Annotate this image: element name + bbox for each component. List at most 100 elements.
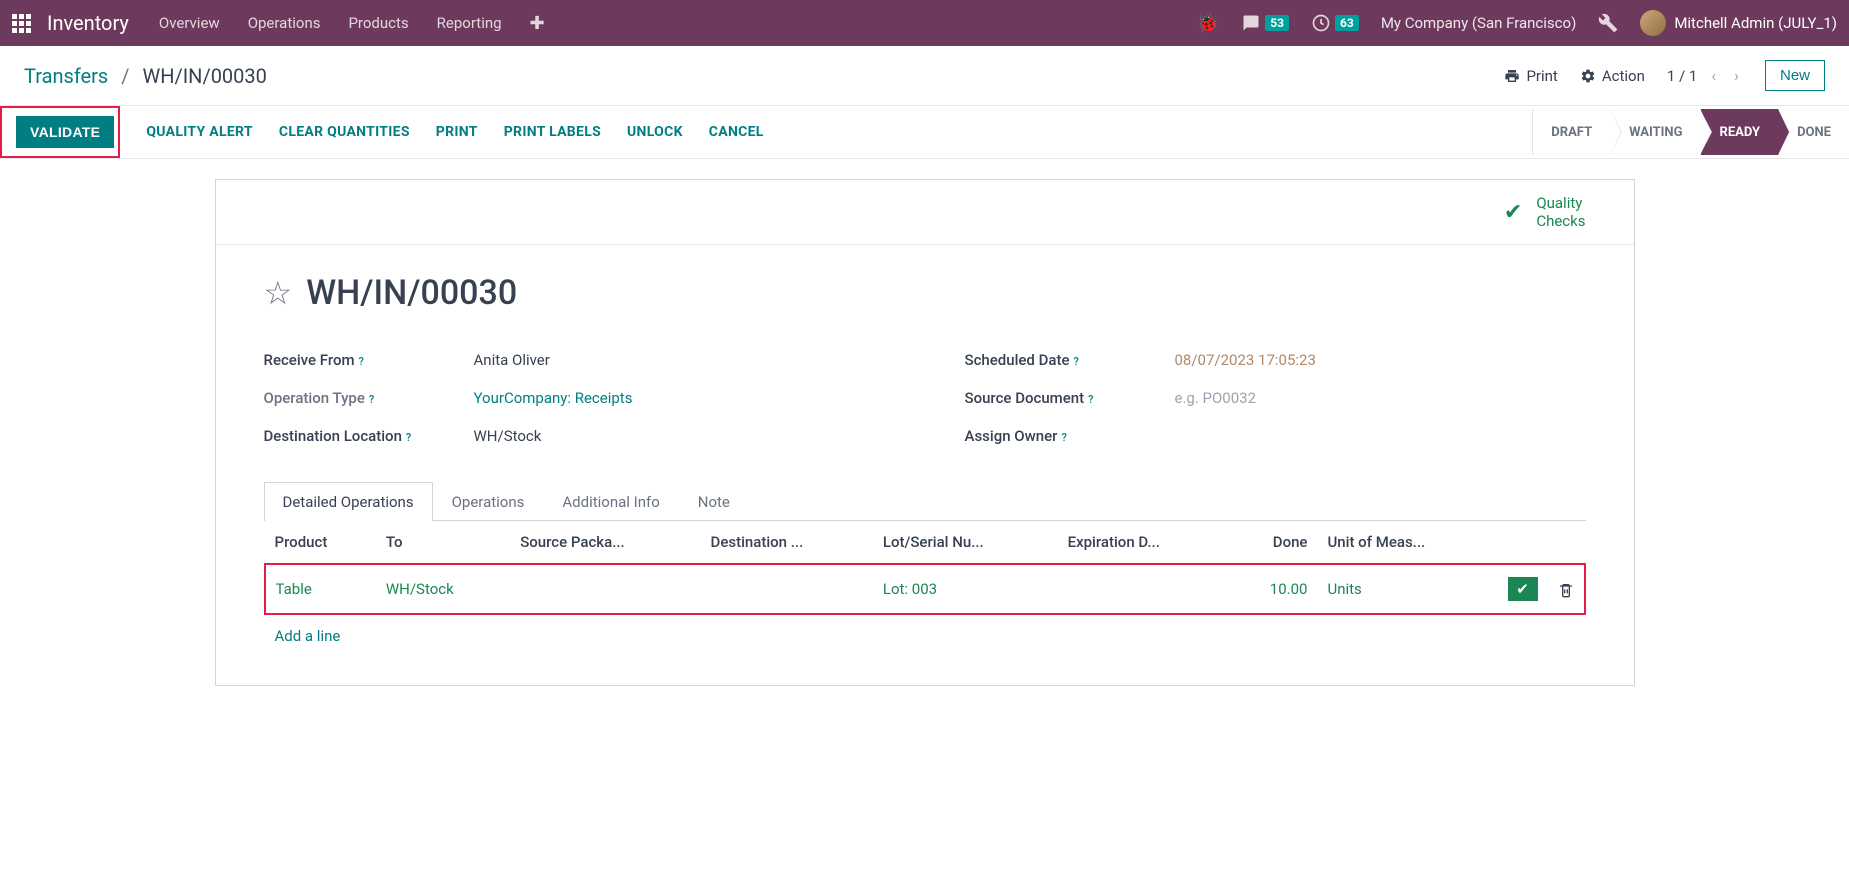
cell-to[interactable]: WH/Stock	[376, 564, 510, 614]
row-assign-owner: Assign Owner?	[965, 417, 1586, 455]
pager-prev-icon[interactable]: ‹	[1707, 62, 1720, 89]
cancel-button[interactable]: CANCEL	[709, 124, 764, 140]
clear-quantities-button[interactable]: CLEAR QUANTITIES	[279, 124, 410, 140]
activities-badge: 63	[1335, 15, 1359, 31]
form-grid: Receive From? Anita Oliver Operation Typ…	[264, 341, 1586, 455]
th-uom[interactable]: Unit of Meas...	[1317, 521, 1497, 564]
apps-icon[interactable]	[12, 14, 31, 33]
printer-icon	[1504, 68, 1520, 84]
form-col-right: Scheduled Date? 08/07/2023 17:05:23 Sour…	[965, 341, 1586, 455]
row-receive-from: Receive From? Anita Oliver	[264, 341, 885, 379]
pager-next-icon[interactable]: ›	[1730, 62, 1743, 89]
cell-product[interactable]: Table	[265, 564, 376, 614]
control-panel: Transfers / WH/IN/00030 Print Action 1 /…	[0, 46, 1849, 106]
th-done[interactable]: Done	[1229, 521, 1317, 564]
app-brand[interactable]: Inventory	[47, 11, 129, 35]
tabs: Detailed Operations Operations Additiona…	[264, 481, 1586, 521]
title-row: ☆ WH/IN/00030	[264, 273, 1586, 313]
th-source-package[interactable]: Source Packa...	[510, 521, 700, 564]
source-document-field[interactable]: e.g. PO0032	[1175, 389, 1257, 407]
messages-icon[interactable]: 53	[1241, 14, 1289, 32]
row-operation-type: Operation Type? YourCompany: Receipts	[264, 379, 885, 417]
nav-reporting[interactable]: Reporting	[437, 14, 502, 32]
control-panel-right: Print Action 1 / 1 ‹ › New	[1504, 60, 1825, 91]
check-icon: ✔	[1504, 200, 1522, 225]
nav-products[interactable]: Products	[348, 14, 408, 32]
operation-type-value[interactable]: YourCompany: Receipts	[474, 389, 633, 407]
cell-destination[interactable]	[701, 564, 873, 614]
pager: 1 / 1 ‹ ›	[1667, 62, 1743, 89]
tab-detailed-operations[interactable]: Detailed Operations	[264, 482, 433, 521]
validate-highlight: VALIDATE	[0, 106, 120, 158]
user-name: Mitchell Admin (JULY_1)	[1674, 14, 1837, 32]
th-expiration[interactable]: Expiration D...	[1058, 521, 1230, 564]
support-icon[interactable]	[1598, 13, 1618, 33]
nav-operations[interactable]: Operations	[248, 14, 321, 32]
avatar	[1640, 10, 1666, 36]
table-header-row: Product To Source Packa... Destination .…	[265, 521, 1585, 564]
top-navbar: Inventory Overview Operations Products R…	[0, 0, 1849, 46]
breadcrumb: Transfers / WH/IN/00030	[24, 64, 267, 88]
cell-lot[interactable]: Lot: 003	[873, 564, 1058, 614]
table-add-row: Add a line	[265, 614, 1585, 657]
status-states: DRAFT WAITING READY DONE	[1532, 109, 1849, 155]
status-actions: VALIDATE QUALITY ALERT CLEAR QUANTITIES …	[0, 106, 782, 158]
tab-note[interactable]: Note	[679, 482, 749, 521]
th-to[interactable]: To	[376, 521, 510, 564]
action-button[interactable]: Action	[1580, 67, 1645, 85]
quality-alert-button[interactable]: QUALITY ALERT	[146, 124, 253, 140]
new-button[interactable]: New	[1765, 60, 1825, 91]
state-draft[interactable]: DRAFT	[1532, 109, 1610, 155]
row-scheduled-date: Scheduled Date? 08/07/2023 17:05:23	[965, 341, 1586, 379]
help-icon[interactable]: ?	[406, 431, 411, 444]
cell-source-package[interactable]	[510, 564, 700, 614]
row-source-document: Source Document? e.g. PO0032	[965, 379, 1586, 417]
th-destination[interactable]: Destination ...	[701, 521, 873, 564]
sheet-body: ☆ WH/IN/00030 Receive From? Anita Oliver…	[216, 245, 1634, 685]
breadcrumb-root[interactable]: Transfers	[24, 64, 108, 88]
state-waiting[interactable]: WAITING	[1610, 109, 1700, 155]
activities-icon[interactable]: 63	[1311, 13, 1359, 33]
breadcrumb-current: WH/IN/00030	[142, 64, 266, 88]
debug-icon[interactable]: 🐞	[1197, 13, 1219, 34]
row-delete-icon[interactable]	[1558, 580, 1574, 598]
company-switcher[interactable]: My Company (San Francisco)	[1381, 14, 1576, 32]
star-icon[interactable]: ☆	[264, 274, 293, 312]
print-button[interactable]: Print	[1504, 67, 1557, 85]
print-labels-button[interactable]: PRINT LABELS	[504, 124, 601, 140]
page-title: WH/IN/00030	[306, 273, 517, 313]
row-confirm-icon[interactable]: ✔	[1508, 577, 1538, 601]
pager-value[interactable]: 1 / 1	[1667, 67, 1698, 85]
messages-badge: 53	[1265, 15, 1289, 31]
gear-icon	[1580, 68, 1596, 84]
cell-expiration[interactable]	[1058, 564, 1230, 614]
add-line-button[interactable]: Add a line	[265, 614, 1585, 657]
cell-uom[interactable]: Units	[1317, 564, 1497, 614]
destination-location-value[interactable]: WH/Stock	[474, 427, 542, 445]
user-menu[interactable]: Mitchell Admin (JULY_1)	[1640, 10, 1837, 36]
navbar-right: 🐞 53 63 My Company (San Francisco) Mitch…	[1197, 10, 1837, 36]
th-lot-serial[interactable]: Lot/Serial Nu...	[873, 521, 1058, 564]
print-status-button[interactable]: PRINT	[436, 124, 478, 140]
receive-from-value[interactable]: Anita Oliver	[474, 351, 550, 369]
scheduled-date-value[interactable]: 08/07/2023 17:05:23	[1175, 351, 1316, 369]
quality-checks-button[interactable]: ✔ Quality Checks	[1504, 194, 1586, 230]
help-icon[interactable]: ?	[1088, 393, 1093, 406]
tab-additional-info[interactable]: Additional Info	[543, 482, 678, 521]
help-icon[interactable]: ?	[369, 393, 374, 406]
help-icon[interactable]: ?	[1061, 431, 1066, 444]
unlock-button[interactable]: UNLOCK	[627, 124, 683, 140]
help-icon[interactable]: ?	[359, 355, 364, 368]
sheet-header: ✔ Quality Checks	[216, 180, 1634, 245]
new-menu-plus-icon[interactable]: ✚	[530, 13, 545, 34]
validate-button[interactable]: VALIDATE	[16, 116, 114, 148]
tab-operations[interactable]: Operations	[433, 482, 544, 521]
form-col-left: Receive From? Anita Oliver Operation Typ…	[264, 341, 885, 455]
th-product[interactable]: Product	[265, 521, 376, 564]
nav-overview[interactable]: Overview	[159, 14, 220, 32]
cell-done[interactable]: 10.00	[1229, 564, 1317, 614]
help-icon[interactable]: ?	[1074, 355, 1079, 368]
table-row[interactable]: Table WH/Stock Lot: 003 10.00 Units ✔	[265, 564, 1585, 614]
detailed-operations-table: Product To Source Packa... Destination .…	[264, 521, 1586, 657]
row-destination-location: Destination Location? WH/Stock	[264, 417, 885, 455]
